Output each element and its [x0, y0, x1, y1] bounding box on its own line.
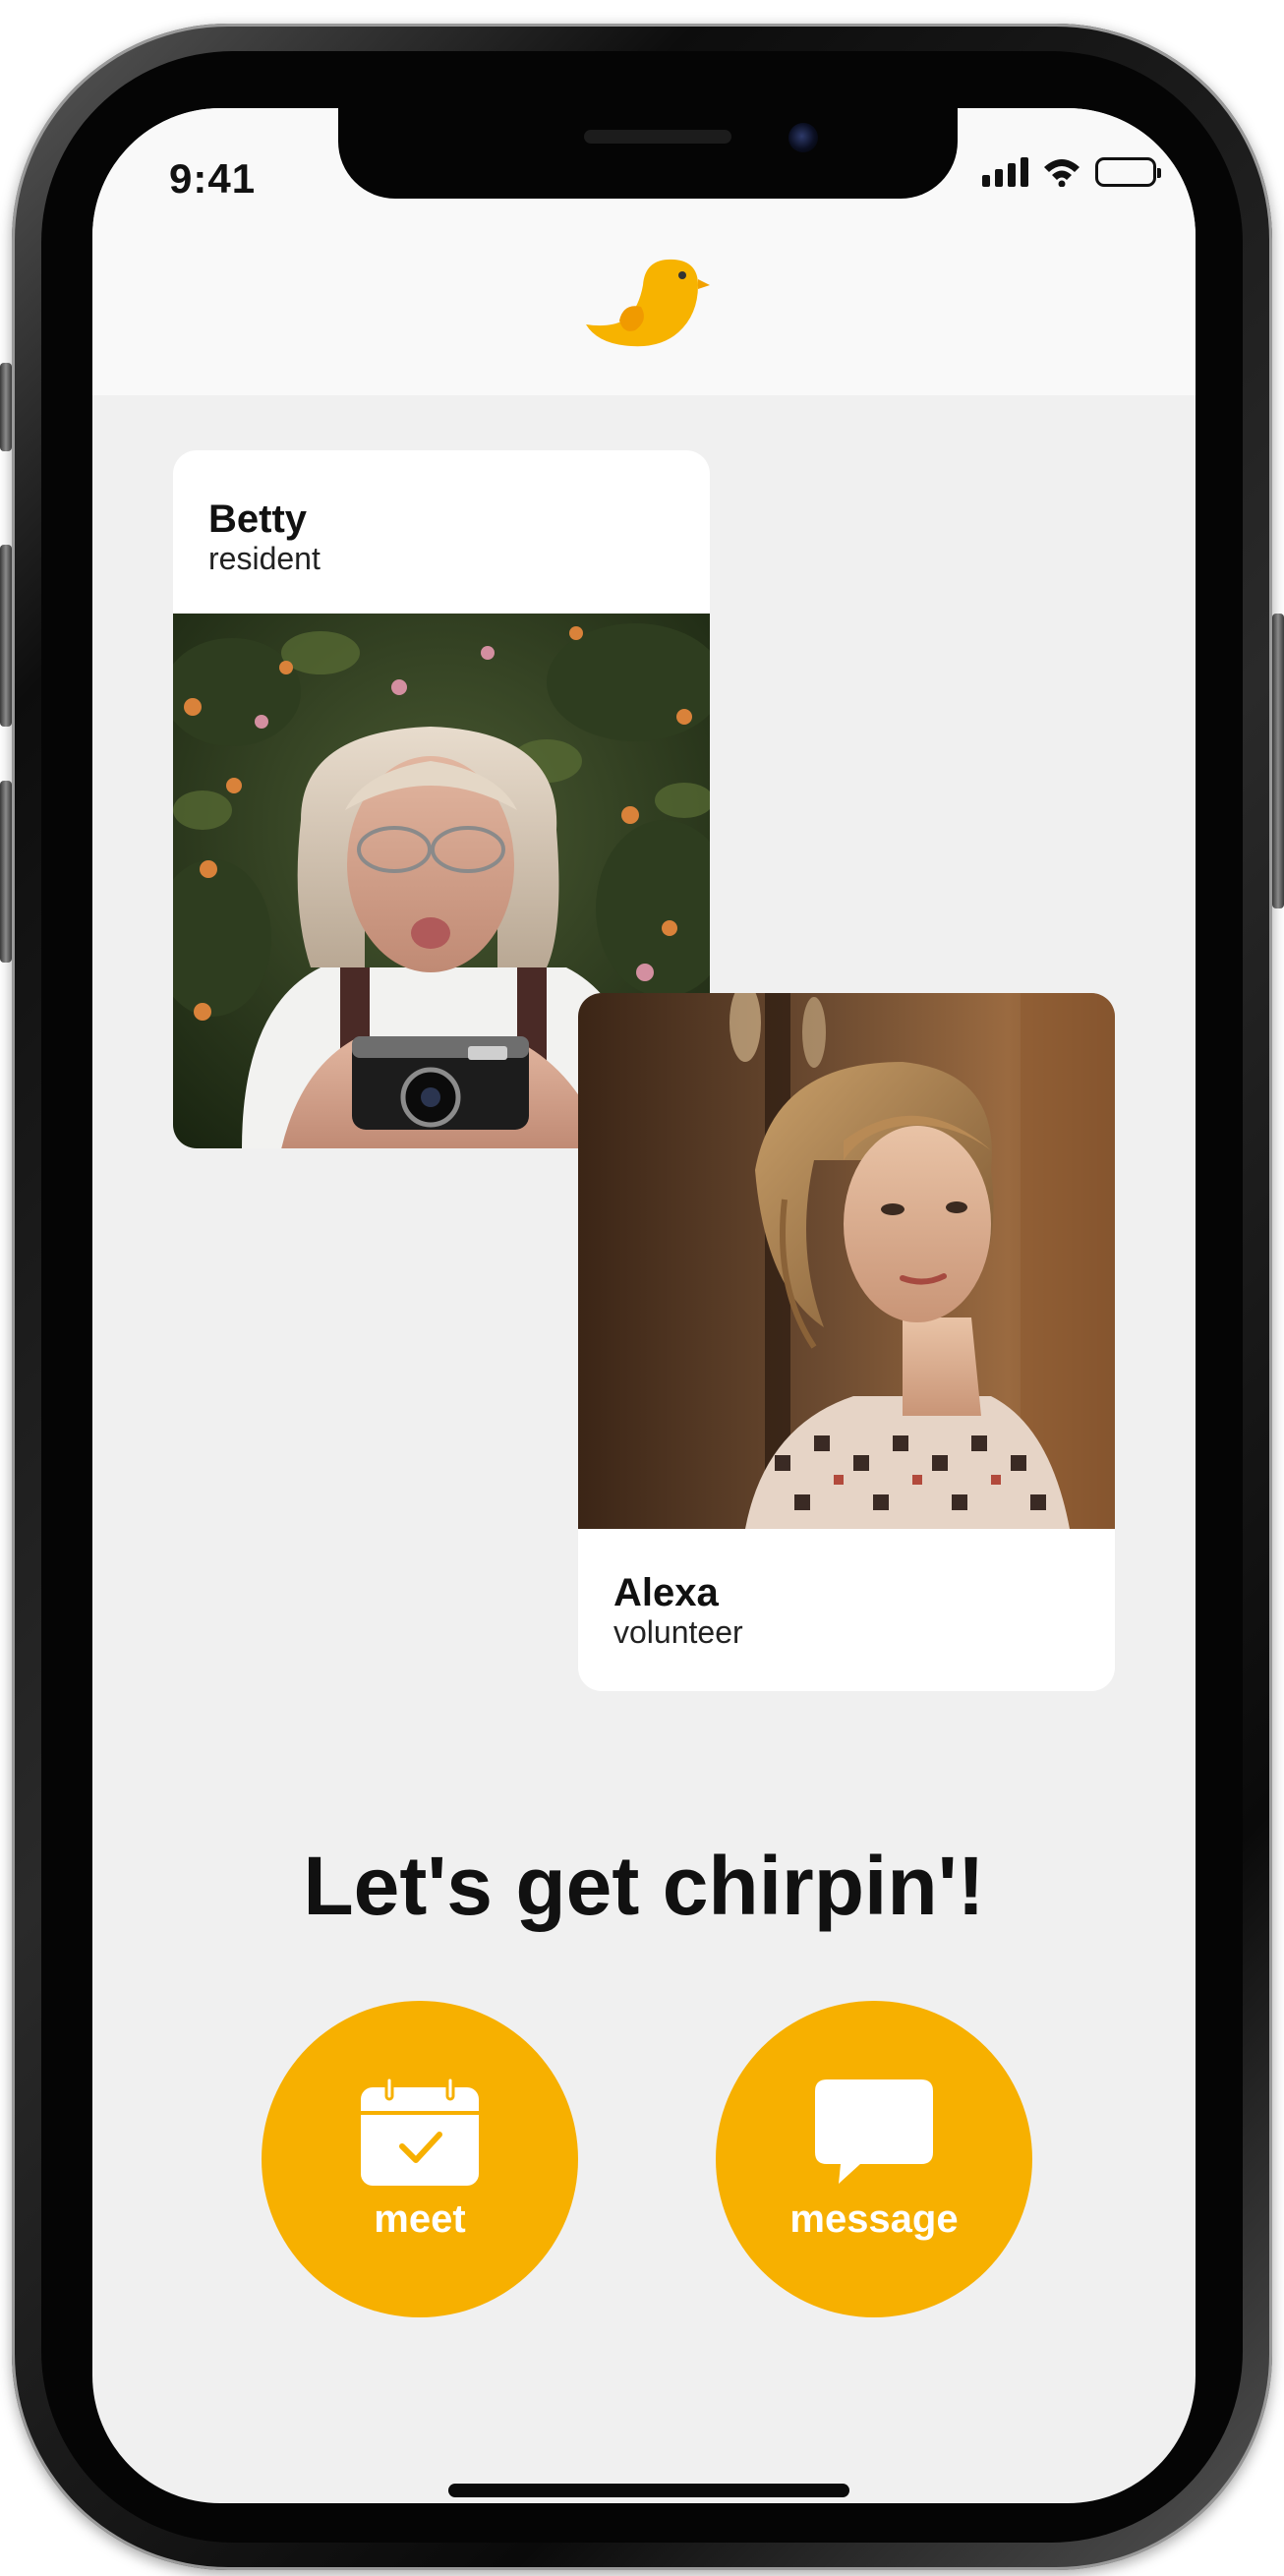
message-button[interactable]: message	[716, 2001, 1032, 2317]
speaker-grille	[584, 130, 731, 144]
meet-button[interactable]: meet	[262, 2001, 578, 2317]
mute-switch	[0, 363, 12, 451]
card-role: volunteer	[613, 1614, 743, 1650]
card-name: Betty	[208, 498, 308, 541]
status-icons	[982, 157, 1161, 187]
card-role: resident	[208, 541, 321, 576]
wifi-icon	[1044, 159, 1080, 187]
volume-down-button	[0, 781, 12, 963]
page-headline: Let's get chirpin'!	[303, 1840, 985, 1932]
app-header: 9:41	[92, 108, 1196, 395]
status-time: 9:41	[169, 155, 257, 202]
app-screen: 9:41 Betty resident Alexa volunteer Let'…	[92, 108, 1196, 2503]
message-label: message	[789, 2196, 959, 2241]
calendar-check-icon	[361, 2077, 479, 2186]
front-camera	[788, 123, 818, 152]
power-button	[1272, 614, 1284, 908]
home-indicator[interactable]	[448, 2484, 849, 2497]
profile-card-alexa[interactable]: Alexa volunteer	[578, 993, 1115, 1691]
chat-bubble-icon	[815, 2078, 933, 2184]
card-name: Alexa	[613, 1571, 719, 1614]
alexa-photo	[578, 993, 1115, 1529]
volume-up-button	[0, 545, 12, 727]
device-notch	[338, 108, 958, 199]
bird-logo-icon[interactable]	[584, 256, 712, 354]
signal-icon	[982, 157, 1028, 187]
battery-icon	[1095, 157, 1161, 187]
meet-label: meet	[374, 2196, 466, 2241]
